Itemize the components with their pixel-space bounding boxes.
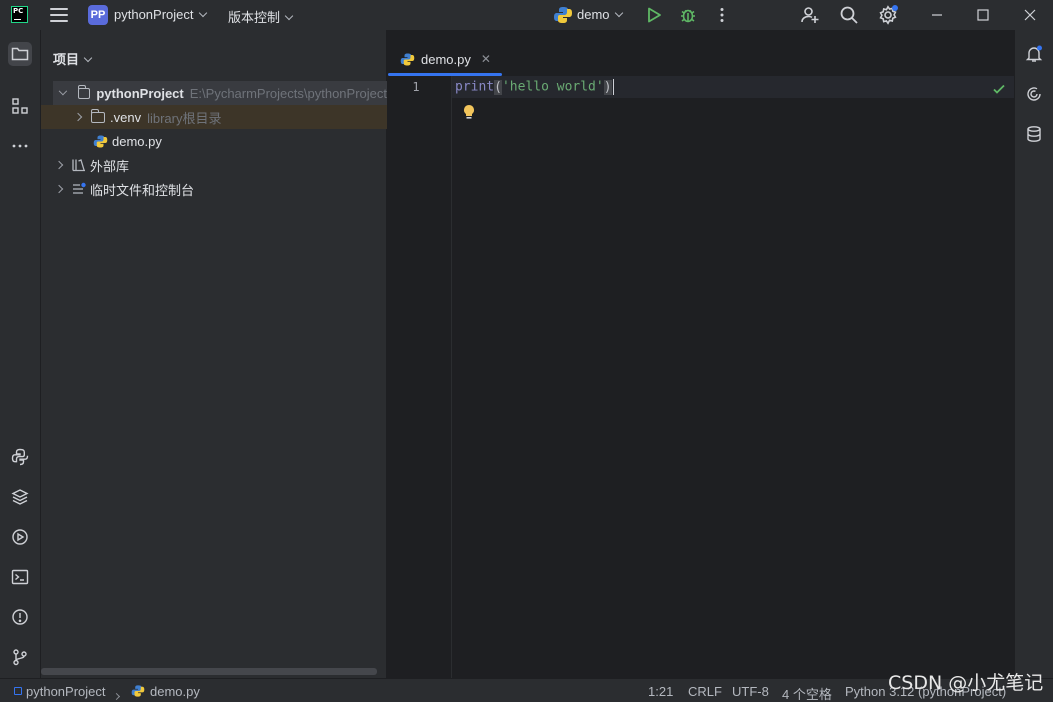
code-line[interactable]: print('hello world') bbox=[455, 79, 614, 95]
left-tool-strip bbox=[0, 30, 41, 678]
line-separator[interactable]: CRLF bbox=[688, 684, 722, 699]
chevron-right-icon[interactable] bbox=[73, 112, 83, 122]
project-folder-icon[interactable] bbox=[8, 42, 32, 66]
tab-demo-py[interactable]: demo.py ✕ bbox=[388, 42, 502, 76]
right-tool-strip bbox=[1014, 30, 1053, 678]
chevron-right-icon[interactable] bbox=[54, 160, 64, 170]
module-icon bbox=[14, 687, 22, 695]
editor-area: demo.py ✕ 1 print('hello world') bbox=[388, 30, 1014, 678]
project-selector[interactable]: pythonProject bbox=[114, 7, 207, 22]
main-menu-icon[interactable] bbox=[50, 8, 68, 22]
chevron-down-icon bbox=[83, 53, 93, 63]
tree-item-scratches[interactable]: 临时文件和控制台 bbox=[41, 177, 387, 201]
tree-item-demo-py[interactable]: demo.py bbox=[41, 129, 387, 153]
chevron-down-icon[interactable] bbox=[58, 86, 67, 96]
vcs-label: 版本控制 bbox=[228, 10, 281, 25]
python-packages-icon[interactable] bbox=[8, 485, 32, 509]
caret-position[interactable]: 1:21 bbox=[648, 684, 673, 699]
tree-item-hint: library根目录 bbox=[147, 110, 222, 126]
tree-item-label: pythonProject bbox=[96, 85, 184, 101]
lightbulb-icon[interactable] bbox=[462, 104, 476, 123]
project-name: pythonProject bbox=[114, 7, 194, 22]
chevron-down-icon bbox=[614, 8, 623, 18]
csdn-watermark: CSDN @小尤笔记 bbox=[888, 672, 1044, 694]
chevron-right-icon bbox=[112, 687, 121, 702]
library-icon bbox=[72, 158, 86, 172]
no-problems-check-icon[interactable] bbox=[992, 82, 1006, 99]
tree-item-project-root[interactable]: pythonProject E:\PycharmProjects\pythonP… bbox=[53, 81, 387, 105]
code-paren-close: ) bbox=[603, 79, 612, 95]
code-builtin: print bbox=[455, 79, 495, 95]
run-icon[interactable] bbox=[644, 5, 664, 25]
folder-icon bbox=[91, 108, 105, 123]
line-gutter[interactable]: 1 bbox=[388, 76, 452, 678]
code-paren-open: ( bbox=[494, 79, 502, 95]
pycharm-logo-icon: PC bbox=[11, 6, 28, 23]
search-icon[interactable] bbox=[839, 5, 859, 25]
project-badge[interactable]: PP bbox=[88, 5, 108, 25]
add-user-icon[interactable] bbox=[800, 5, 820, 25]
close-tab-icon[interactable]: ✕ bbox=[481, 52, 491, 66]
more-tools-icon[interactable] bbox=[8, 134, 32, 158]
vcs-menu[interactable]: 版本控制 bbox=[228, 7, 294, 26]
minimize-icon[interactable] bbox=[927, 5, 947, 25]
structure-icon[interactable] bbox=[8, 94, 32, 118]
tree-item-venv[interactable]: .venv library根目录 bbox=[41, 105, 387, 129]
python-console-icon[interactable] bbox=[8, 445, 32, 469]
horizontal-scrollbar[interactable] bbox=[41, 668, 377, 675]
indent-setting[interactable]: 4 个空格 bbox=[782, 684, 832, 702]
code-string: 'hello world' bbox=[501, 79, 604, 95]
python-icon bbox=[553, 5, 573, 25]
terminal-icon[interactable] bbox=[8, 565, 32, 589]
tree-item-label: 临时文件和控制台 bbox=[90, 182, 195, 198]
line-number: 1 bbox=[412, 80, 420, 94]
git-icon[interactable] bbox=[8, 645, 32, 669]
breadcrumb-file[interactable]: demo.py bbox=[150, 684, 200, 699]
tree-item-path: E:\PycharmProjects\pythonProject bbox=[189, 85, 387, 101]
notifications-bell-icon[interactable] bbox=[1022, 42, 1046, 66]
breadcrumb-project[interactable]: pythonProject bbox=[26, 684, 106, 699]
chevron-down-icon bbox=[284, 11, 294, 21]
title-bar: PC PP pythonProject 版本控制 demo bbox=[0, 0, 1053, 30]
folder-icon bbox=[77, 84, 91, 99]
ai-assistant-icon[interactable] bbox=[1022, 82, 1046, 106]
file-encoding[interactable]: UTF-8 bbox=[732, 684, 769, 699]
python-file-icon bbox=[400, 52, 415, 67]
chevron-right-icon[interactable] bbox=[54, 184, 64, 194]
problems-icon[interactable] bbox=[8, 605, 32, 629]
project-panel-title[interactable]: 项目 bbox=[53, 49, 93, 68]
chevron-down-icon bbox=[198, 8, 207, 18]
services-icon[interactable] bbox=[8, 525, 32, 549]
editor-tab-bar: demo.py ✕ bbox=[388, 30, 1014, 76]
database-icon[interactable] bbox=[1022, 122, 1046, 146]
maximize-icon[interactable] bbox=[973, 5, 993, 25]
run-config-selector[interactable]: demo bbox=[577, 7, 623, 22]
python-file-icon bbox=[93, 134, 108, 149]
run-config-name: demo bbox=[577, 7, 610, 22]
python-file-icon bbox=[131, 684, 145, 698]
tree-item-external-libraries[interactable]: 外部库 bbox=[41, 153, 387, 177]
settings-gear-icon[interactable] bbox=[878, 5, 898, 25]
close-icon[interactable] bbox=[1020, 5, 1040, 25]
more-vertical-icon[interactable] bbox=[712, 5, 732, 25]
tree-item-label: demo.py bbox=[112, 133, 162, 149]
tree-item-label: 外部库 bbox=[90, 158, 130, 174]
tree-item-label: .venv bbox=[110, 109, 142, 125]
project-panel: 项目 pythonProject E:\PycharmProjects\pyth… bbox=[41, 30, 387, 678]
scratches-icon bbox=[72, 182, 86, 196]
debug-icon[interactable] bbox=[678, 5, 698, 25]
text-caret bbox=[612, 79, 614, 95]
tab-label: demo.py bbox=[421, 51, 471, 67]
